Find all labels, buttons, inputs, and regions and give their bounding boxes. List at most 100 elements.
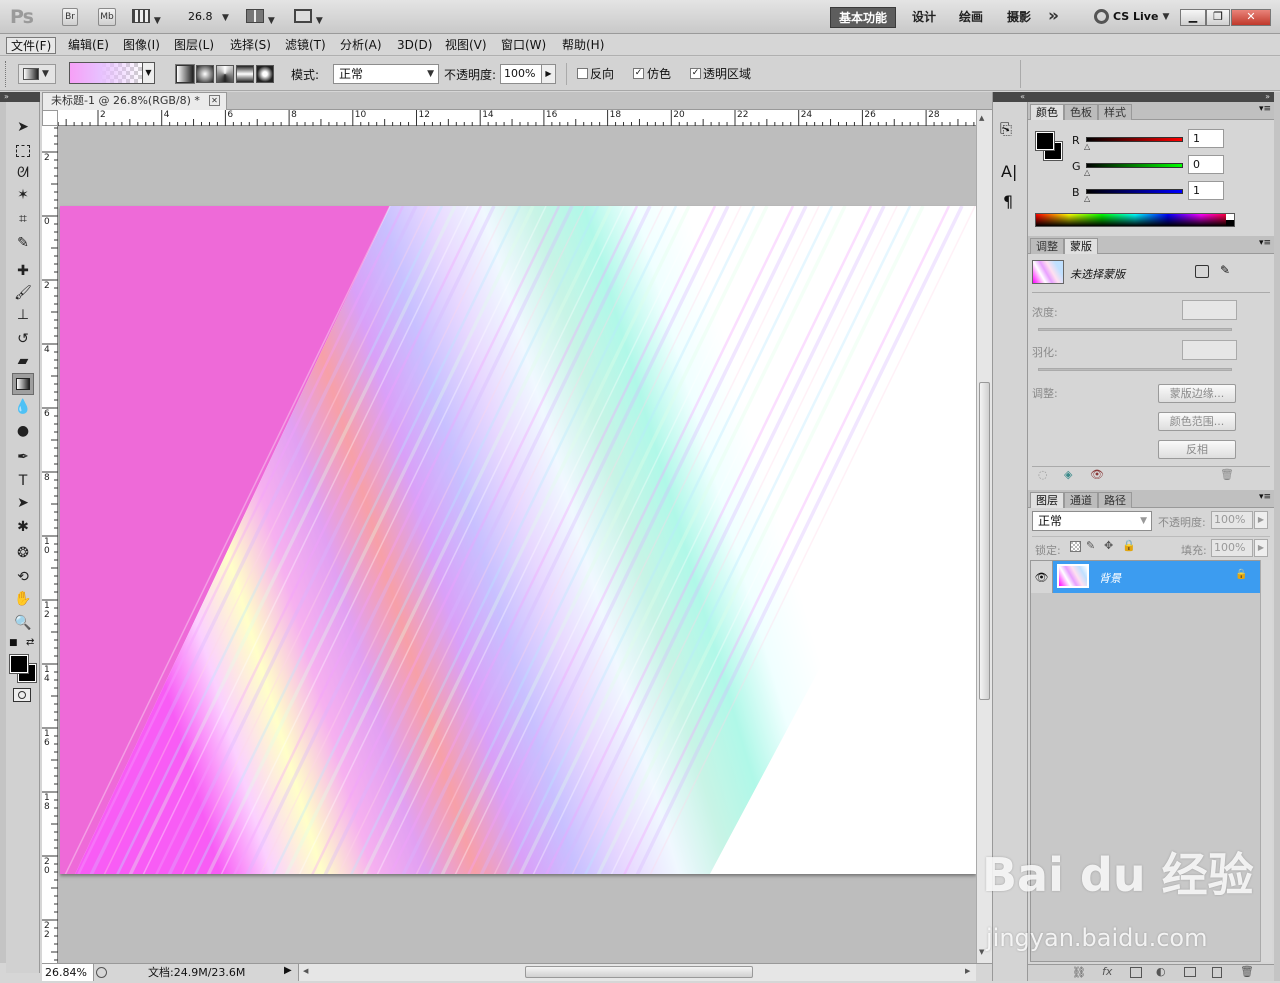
tab-masks[interactable]: 蒙版 — [1064, 238, 1098, 254]
load-selection-icon[interactable]: ◌ — [1038, 468, 1048, 481]
dodge-tool-icon[interactable]: ● — [12, 420, 34, 442]
lock-position-icon[interactable]: ✥ — [1104, 539, 1113, 552]
history-brush-tool-icon[interactable]: ↺ — [12, 328, 34, 350]
character-panel-icon[interactable]: A| — [1001, 162, 1017, 181]
layers-scrollbar[interactable] — [1260, 560, 1272, 962]
eraser-tool-icon[interactable]: ▰ — [12, 350, 34, 372]
layer-opacity-input[interactable]: 100% — [1211, 511, 1253, 529]
status-menu-icon[interactable]: ▶ — [284, 965, 292, 976]
zoom-level-select[interactable]: 26.8 ▼ — [188, 10, 229, 23]
b-value-input[interactable]: 1 — [1188, 181, 1224, 200]
r-slider[interactable] — [1086, 137, 1183, 142]
horizontal-scrollbar[interactable]: ◀ ▶ — [298, 964, 976, 981]
reflected-gradient-button[interactable] — [236, 65, 254, 83]
mode-select[interactable]: 正常 ▼ — [333, 64, 439, 84]
options-bar-grip[interactable] — [5, 61, 8, 87]
lasso-tool-icon[interactable]: ᘛ — [12, 162, 34, 184]
layer-style-icon[interactable]: fx — [1102, 965, 1112, 978]
g-value-input[interactable]: 0 — [1188, 155, 1224, 174]
slider-handle-icon[interactable]: △ — [1084, 168, 1090, 177]
zoom-tool-icon[interactable]: 🔍 — [12, 612, 34, 634]
radial-gradient-button[interactable] — [196, 65, 214, 83]
transparency-checkbox[interactable]: ✓ — [690, 68, 701, 79]
opacity-input[interactable]: 100% — [500, 64, 542, 84]
brush-tool-icon[interactable]: 🖌 — [12, 282, 34, 304]
opacity-slider-button[interactable]: ▶ — [541, 64, 556, 84]
tab-adjustments[interactable]: 调整 — [1030, 238, 1064, 254]
new-layer-icon[interactable] — [1212, 967, 1222, 978]
pen-tool-icon[interactable]: ✒ — [12, 446, 34, 468]
foreground-color-swatch[interactable] — [9, 654, 29, 674]
arrange-documents-button[interactable]: ▼ — [246, 9, 280, 26]
toolbox-collapse-button[interactable]: » — [0, 92, 40, 102]
hand-tool-icon[interactable]: ✋ — [12, 588, 34, 610]
type-tool-icon[interactable]: T — [12, 470, 34, 492]
collapse-dock-button[interactable]: » — [1028, 92, 1274, 102]
menu-window[interactable]: 窗口(W) — [497, 37, 550, 54]
lock-transparency-icon[interactable] — [1070, 541, 1081, 552]
tool-preset-picker[interactable]: ▼ — [18, 64, 56, 84]
close-tab-icon[interactable]: ✕ — [209, 95, 220, 106]
tab-color[interactable]: 颜色 — [1030, 104, 1064, 120]
chevron-right-icon[interactable]: ▶ — [1254, 539, 1268, 557]
horizontal-scroll-thumb[interactable] — [525, 966, 753, 978]
tab-paths[interactable]: 路径 — [1098, 492, 1132, 508]
expand-panels-button[interactable]: « — [993, 92, 1028, 102]
menu-image[interactable]: 图像(I) — [119, 37, 164, 54]
workspace-essentials[interactable]: 基本功能 — [830, 7, 897, 28]
scroll-down-icon[interactable]: ▼ — [979, 948, 984, 956]
density-slider[interactable] — [1038, 328, 1232, 331]
zoom-field[interactable]: 26.84% — [42, 964, 94, 981]
document-tab[interactable]: 未标题-1 @ 26.8%(RGB/8) * ✕ — [42, 92, 227, 110]
minibridge-button[interactable]: Mb — [98, 8, 116, 26]
delete-layer-icon[interactable]: 🗑 — [1240, 965, 1254, 978]
quick-mask-button[interactable] — [13, 688, 31, 702]
color-range-button[interactable]: 颜色范围... — [1158, 412, 1236, 431]
layer-visibility-eye-icon[interactable]: 👁 — [1031, 561, 1053, 593]
panel-menu-icon[interactable]: ▾≡ — [1259, 238, 1271, 248]
panel-menu-icon[interactable]: ▾≡ — [1259, 104, 1271, 114]
menu-view[interactable]: 视图(V) — [441, 37, 491, 54]
view-extras-button[interactable]: ▼ — [132, 9, 162, 26]
magic-wand-tool-icon[interactable]: ✶ — [12, 184, 34, 206]
layer-row-background[interactable]: 👁 背景 🔒 — [1031, 561, 1271, 593]
slider-handle-icon[interactable]: △ — [1084, 142, 1090, 151]
workspace-painting[interactable]: 绘画 — [951, 7, 991, 28]
link-layers-icon[interactable]: ⛓ — [1072, 966, 1086, 979]
status-info-icon[interactable] — [96, 967, 107, 978]
dither-checkbox[interactable]: ✓ — [633, 68, 644, 79]
shape-tool-icon[interactable]: ✱ — [12, 516, 34, 538]
panel-menu-icon[interactable]: ▾≡ — [1259, 492, 1271, 502]
slider-handle-icon[interactable]: △ — [1084, 194, 1090, 203]
foreground-color-swatch[interactable] — [1035, 131, 1055, 151]
swap-colors-icon[interactable]: ⇄ — [26, 637, 34, 648]
marquee-tool-icon[interactable] — [12, 140, 34, 162]
blur-tool-icon[interactable]: 💧 — [12, 396, 34, 418]
tab-styles[interactable]: 样式 — [1098, 104, 1132, 120]
menu-help[interactable]: 帮助(H) — [558, 37, 608, 54]
apply-mask-icon[interactable]: ◈ — [1064, 468, 1072, 481]
crop-tool-icon[interactable]: ⌗ — [12, 208, 34, 230]
chevron-right-icon[interactable]: ▶ — [1254, 511, 1268, 529]
menu-analysis[interactable]: 分析(A) — [336, 37, 386, 54]
add-pixel-mask-icon[interactable] — [1195, 265, 1209, 278]
chevron-down-icon[interactable]: ▼ — [142, 63, 154, 83]
eyedropper-tool-icon[interactable]: ✎ — [12, 232, 34, 254]
b-slider[interactable] — [1086, 189, 1183, 194]
new-group-icon[interactable] — [1184, 967, 1196, 977]
default-colors-icon[interactable]: ■ — [9, 638, 18, 648]
more-workspaces-button[interactable]: » — [1048, 6, 1059, 26]
paragraph-panel-icon[interactable]: ¶ — [1003, 192, 1013, 211]
close-button[interactable]: ✕ — [1231, 9, 1271, 26]
workspace-photography[interactable]: 摄影 — [999, 7, 1039, 28]
3d-rotate-tool-icon[interactable]: ❂ — [12, 542, 34, 564]
tab-swatches[interactable]: 色板 — [1064, 104, 1098, 120]
scroll-left-icon[interactable]: ◀ — [303, 967, 308, 975]
menu-file[interactable]: 文件(F) — [6, 37, 57, 54]
tab-channels[interactable]: 通道 — [1064, 492, 1098, 508]
healing-brush-tool-icon[interactable]: ✚ — [12, 260, 34, 282]
menu-edit[interactable]: 编辑(E) — [64, 37, 113, 54]
screen-mode-button[interactable]: ▼ — [294, 9, 328, 26]
scroll-up-icon[interactable]: ▲ — [979, 114, 984, 122]
color-spectrum-bar[interactable] — [1035, 213, 1235, 227]
